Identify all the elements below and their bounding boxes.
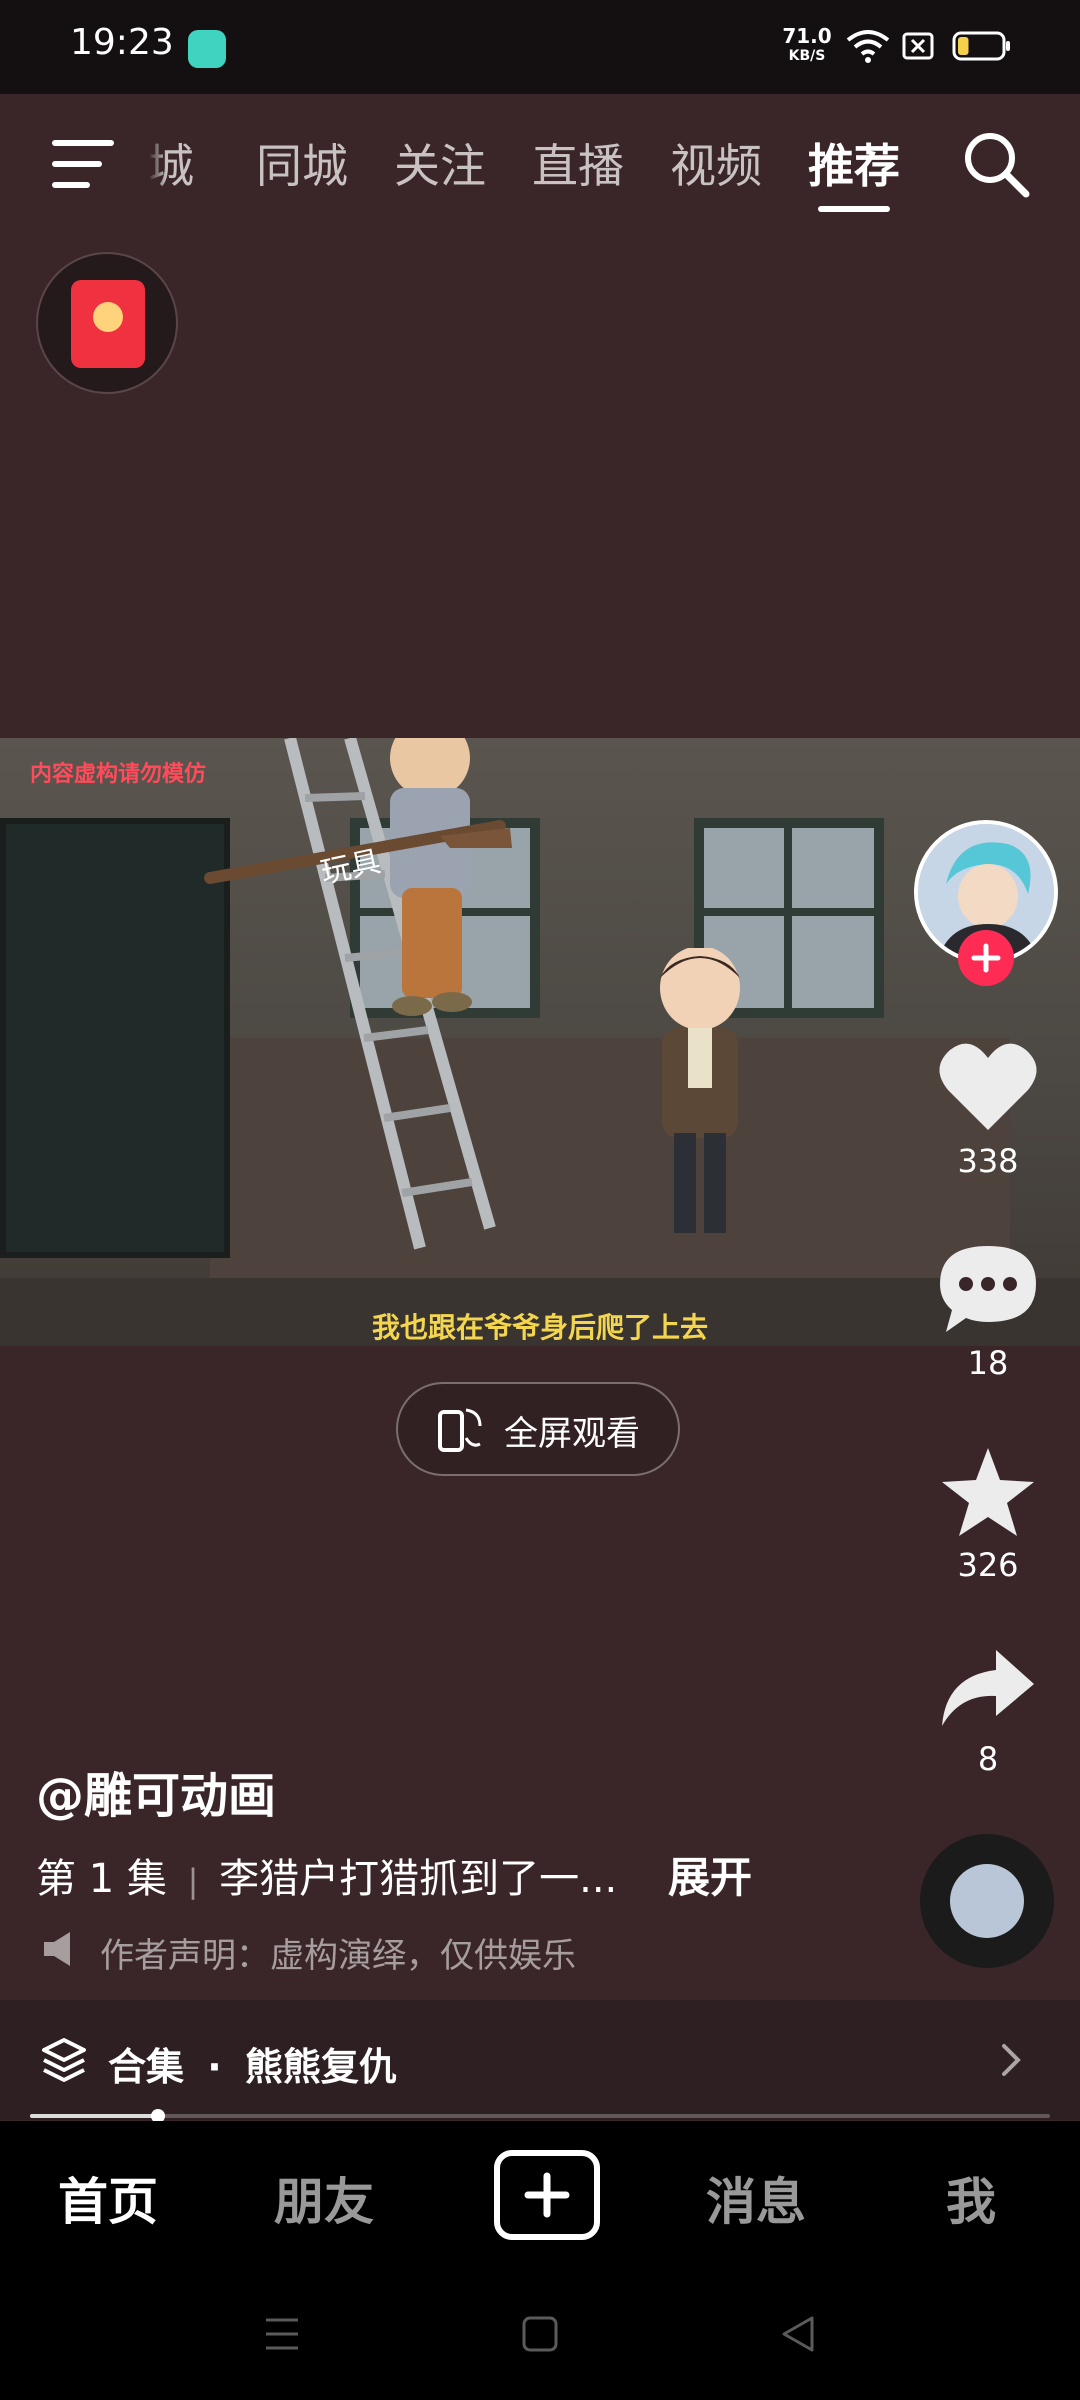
battery-icon [952,31,1010,61]
home-icon[interactable] [520,2314,560,2354]
heart-icon[interactable] [938,1040,1038,1132]
tab-following[interactable]: 关注 [394,130,486,196]
author-declaration: 作者声明：虚构演绎，仅供娱乐 [100,1936,576,1976]
music-cover-image [950,1864,1024,1938]
plus-icon [971,943,1001,973]
recent-apps-icon[interactable] [262,2316,302,2352]
network-speed-unit: KB/S [788,48,826,64]
tab-partial[interactable]: 城 [148,130,194,196]
chevron-right-icon [1002,2044,1021,2076]
tab-nearby[interactable]: 同城 [256,130,348,196]
nav-friends[interactable]: 朋友 [274,2162,374,2234]
episode-number: 第 1 集 [36,1856,167,1902]
video-player[interactable] [0,738,1080,1346]
tab-videos[interactable]: 视频 [670,130,762,196]
layers-icon [42,2038,86,2082]
video-progress-fill [30,2114,158,2118]
star-icon[interactable] [938,1444,1038,1540]
speaker-icon [44,1932,70,1966]
no-sim-icon [902,32,934,60]
status-time: 19:23 [70,22,174,63]
episode-title: 李猎户打猎抓到了一... [219,1856,618,1902]
collection-label: 合集 [108,2045,185,2089]
nav-me[interactable]: 我 [946,2162,996,2234]
grandpa-character [390,738,472,1016]
fullscreen-label: 全屏观看 [504,1414,640,1454]
content-warning-label: 内容虚构请勿模仿 [30,762,207,787]
active-tab-indicator [818,206,890,212]
favorite-count: 326 [957,1546,1019,1584]
rotate-screen-icon [438,1408,482,1452]
red-packet-button[interactable] [36,252,178,394]
tab-live[interactable]: 直播 [532,130,624,196]
scene-door [0,818,230,1258]
episode-caption[interactable]: 第 1 集 | 李猎户打猎抓到了一... [36,1846,617,1904]
search-icon[interactable] [962,130,1030,198]
share-icon[interactable] [938,1646,1038,1728]
fullscreen-button[interactable]: 全屏观看 [396,1382,680,1476]
collection-title: 合集 · 熊熊复仇 [108,2036,397,2091]
comment-count: 18 [967,1344,1009,1382]
network-speed-value: 71.0 [782,24,832,48]
like-count: 338 [957,1142,1019,1180]
caption-divider: | [187,1862,199,1900]
expand-button[interactable]: 展开 [668,1844,752,1905]
create-button[interactable] [494,2150,600,2240]
video-subtitle: 我也跟在爷爷身后爬了上去 [371,1311,708,1344]
share-count: 8 [977,1740,999,1778]
menu-icon[interactable] [52,138,114,190]
comment-icon[interactable] [936,1242,1040,1334]
collection-name: 熊熊复仇 [244,2045,397,2089]
collection-separator: · [207,2045,222,2089]
follow-button[interactable] [958,930,1014,986]
author-name[interactable]: @雕可动画 [36,1756,276,1826]
music-disc-button[interactable] [920,1834,1054,1968]
nav-home[interactable]: 首页 [58,2162,158,2234]
plus-icon [524,2172,570,2218]
wifi-icon [846,30,890,63]
tab-recommend[interactable]: 推荐 [808,130,900,196]
red-packet-icon [71,280,145,368]
video-progress-bar[interactable] [30,2109,1050,2123]
network-speed: 71.0 KB/S [780,26,834,66]
boy-character [660,948,740,1233]
app-notification-icon [188,30,226,68]
back-icon[interactable] [778,2314,818,2354]
nav-messages[interactable]: 消息 [706,2162,806,2234]
